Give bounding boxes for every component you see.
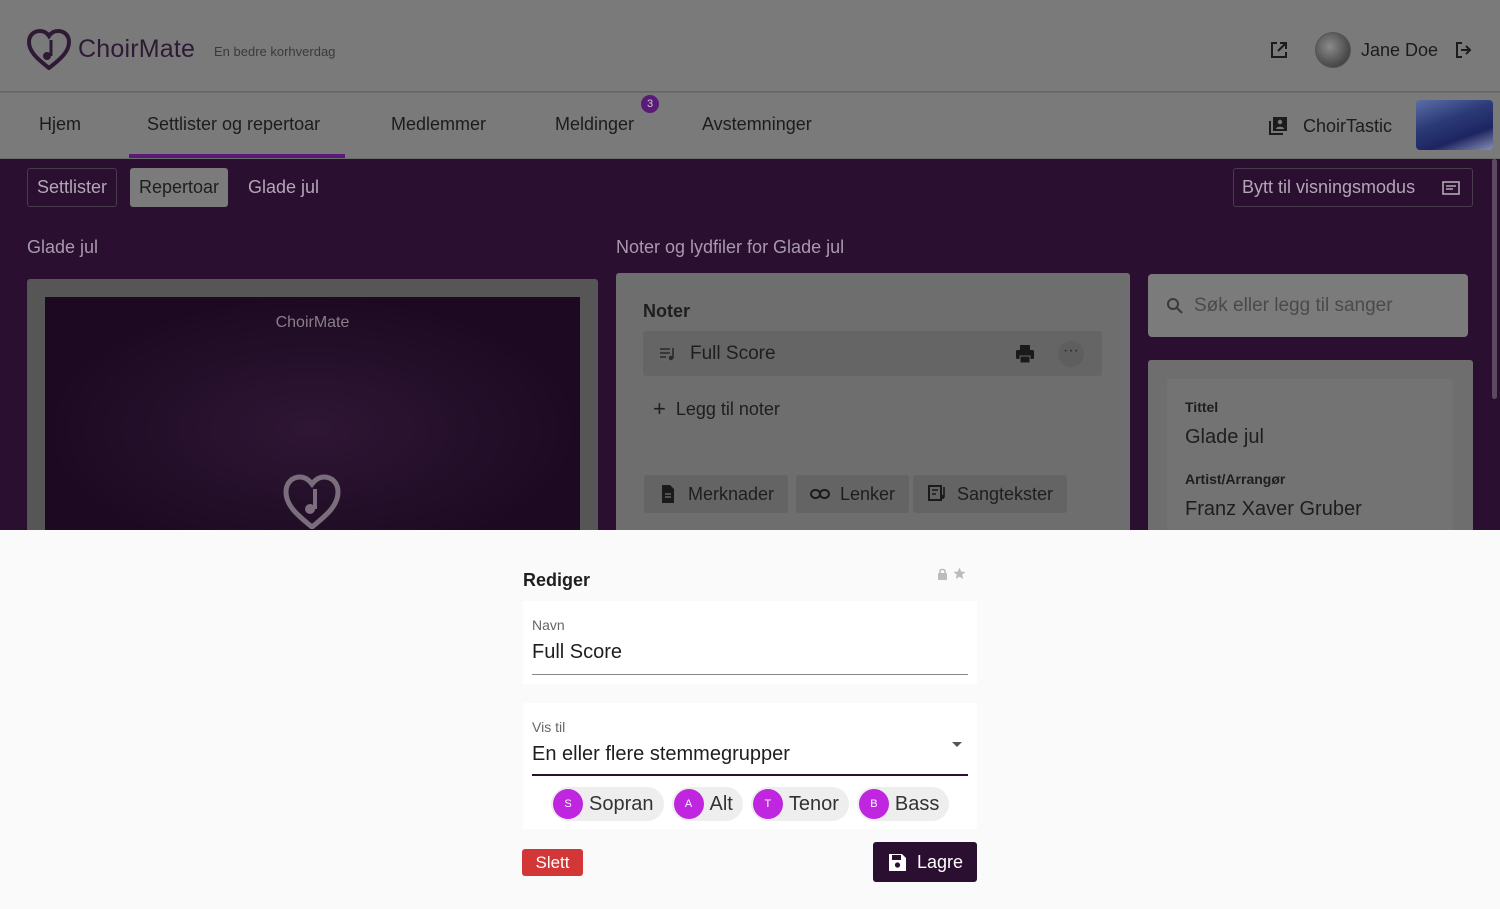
nav-item-setlists-repertoire[interactable]: Settlister og repertoar [147,114,320,135]
delete-button[interactable]: Slett [522,849,583,876]
choir-switcher[interactable]: ChoirTastic [1267,115,1392,137]
chip-label: Bass [894,792,940,815]
save-icon [889,853,906,871]
notes-section-title: Noter [643,301,691,321]
chip-alto[interactable]: A Alt [671,787,743,821]
song-search-input[interactable]: Søk eller legg til sanger [1148,274,1468,337]
user-name[interactable]: Jane Doe [1361,40,1438,61]
chip-label: Tenor [788,792,839,815]
open-external-icon[interactable] [1269,40,1289,60]
chip-soprano[interactable]: S Sopran [551,787,664,821]
logout-icon[interactable] [1454,40,1474,60]
subnav-setlists[interactable]: Settlister [27,168,118,207]
choir-image[interactable] [1416,100,1493,150]
visibility-underline [532,774,968,776]
chip-avatar: S [553,789,583,819]
score-row[interactable]: Full Score ··· [643,331,1102,376]
chip-avatar: T [752,789,783,819]
choir-name: ChoirTastic [1302,115,1392,136]
add-notes-button[interactable]: + Legg til noter [653,396,780,422]
edit-sheet-title: Rediger [523,570,591,590]
song-details-fields: Tittel Glade jul Artist/Arrangør Franz X… [1167,379,1453,549]
name-underline [532,674,968,675]
comments-button[interactable]: Merknader [644,475,789,513]
title-label: Tittel [1185,399,1219,415]
main-content: Settlister Repertoar Glade jul Bytt til … [0,159,1500,549]
add-notes-label: Legg til noter [675,398,780,419]
active-tab-indicator [129,154,345,158]
star-icon[interactable] [953,567,966,580]
visibility-label: Vis til [532,719,566,735]
heart-note-logo-icon [26,28,72,70]
library-icon [1268,117,1287,135]
visibility-value: En eller flere stemmegrupper [532,743,790,765]
name-label: Navn [532,617,565,633]
queue-music-icon [660,347,674,360]
app-logo[interactable]: ChoirMate [26,28,195,70]
messages-badge: 3 [641,95,659,113]
document-icon [662,485,674,503]
lyrics-icon [928,485,945,501]
print-icon[interactable] [1014,343,1036,365]
scrollbar[interactable] [1492,159,1497,399]
save-button[interactable]: Lagre [873,842,977,882]
chip-tenor[interactable]: T Tenor [750,787,849,821]
app-name: ChoirMate [78,34,196,63]
nav-item-home[interactable]: Hjem [39,114,81,135]
lyrics-button[interactable]: Sangtekster [913,475,1068,513]
link-icon [810,489,830,499]
heart-note-logo-icon [283,474,341,529]
nav-item-messages[interactable]: Meldinger [555,114,634,135]
song-details-card: Tittel Glade jul Artist/Arrangør Franz X… [1148,360,1473,549]
chip-avatar: A [673,789,704,819]
view-mode-button[interactable]: Bytt til visningsmodus [1233,168,1473,207]
links-label: Lenker [840,483,896,504]
links-button[interactable]: Lenker [796,475,910,513]
artist-label: Artist/Arrangør [1185,471,1286,487]
nav-item-members[interactable]: Medlemmer [391,114,486,135]
plus-icon: + [653,396,666,421]
lock-icon[interactable] [936,567,949,580]
search-placeholder: Søk eller legg til sanger [1194,294,1393,316]
artist-value: Franz Xaver Gruber [1185,498,1362,520]
lyrics-label: Sangtekster [957,483,1054,504]
sheet-music-card: Noter Full Score ··· + Legg til noter Me… [616,273,1130,543]
files-heading: Noter og lydfiler for Glade jul [616,237,845,257]
voice-group-chips: S Sopran A Alt T Tenor B Bass [551,787,950,821]
poster-title: ChoirMate [275,314,350,331]
more-options-icon[interactable]: ··· [1058,340,1084,367]
edit-bottom-sheet: Rediger Navn Full Score Vis til En eller… [0,530,1500,909]
nav-item-polls[interactable]: Avstemninger [702,114,812,135]
title-value: Glade jul [1185,426,1264,448]
song-poster-card: ChoirMate [27,279,598,539]
song-poster: ChoirMate [45,297,580,537]
user-avatar[interactable] [1314,32,1351,68]
app-tagline: En bedre korhverdag [214,44,336,59]
visibility-select[interactable]: Vis til En eller flere stemmegrupper S S… [523,703,977,829]
search-icon [1167,297,1183,314]
save-label: Lagre [917,851,964,872]
score-name: Full Score [690,342,776,364]
chip-label: Alt [709,792,733,815]
app-header: ChoirMate En bedre korhverdag Jane Doe [0,0,1500,92]
subnav-current-song[interactable]: Glade jul [239,168,328,207]
dropdown-arrow-icon[interactable] [952,742,962,747]
subnav-repertoire[interactable]: Repertoar [130,168,229,207]
name-value: Full Score [532,641,623,663]
name-field[interactable]: Navn Full Score [523,601,977,684]
chip-bass[interactable]: B Bass [856,787,950,821]
comments-label: Merknader [688,483,775,504]
chip-avatar: B [858,789,889,819]
song-title-heading: Glade jul [27,237,99,257]
view-mode-label: Bytt til visningsmodus [1242,177,1416,197]
chip-label: Sopran [589,792,654,815]
slideshow-icon [1442,181,1460,195]
